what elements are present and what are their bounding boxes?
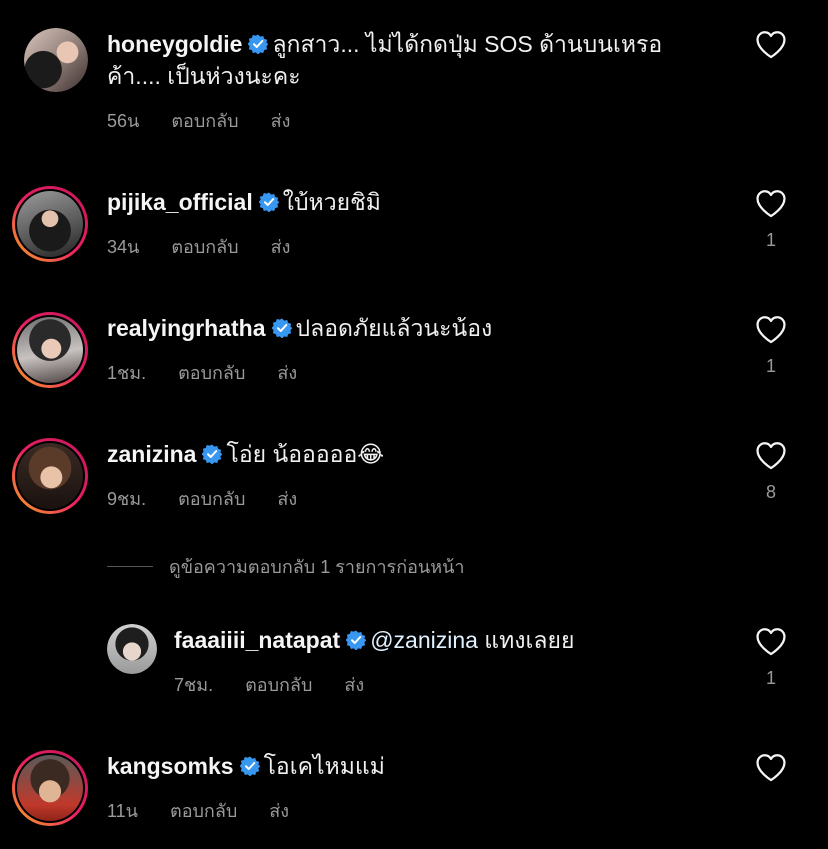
- send-button[interactable]: ส่ง: [271, 106, 291, 135]
- timestamp: 34น: [107, 237, 140, 257]
- like-count: 1: [765, 230, 776, 250]
- username[interactable]: realyingrhatha: [107, 315, 266, 341]
- reply-button[interactable]: ตอบกลับ: [170, 796, 237, 825]
- reply-button[interactable]: ตอบกลับ: [171, 232, 238, 261]
- verified-badge-icon: [202, 444, 222, 464]
- username[interactable]: faaaiiii_natapat: [174, 627, 340, 653]
- username[interactable]: pijika_official: [107, 189, 253, 215]
- heart-icon[interactable]: [754, 625, 788, 659]
- send-button[interactable]: ส่ง: [344, 670, 364, 699]
- reply-button[interactable]: ตอบกลับ: [178, 358, 245, 387]
- reply-button[interactable]: ตอบกลับ: [171, 106, 238, 135]
- verified-badge-icon: [259, 192, 279, 212]
- avatar[interactable]: [24, 28, 88, 92]
- username[interactable]: kangsomks: [107, 753, 234, 779]
- mention-link[interactable]: @zanizina: [370, 627, 478, 653]
- timestamp: 9ชม.: [107, 489, 147, 509]
- heart-icon[interactable]: [754, 751, 788, 785]
- like-count: 8: [765, 482, 776, 502]
- username[interactable]: zanizina: [107, 441, 196, 467]
- verified-badge-icon: [346, 630, 366, 650]
- timestamp: 1ชม.: [107, 363, 147, 383]
- avatar[interactable]: [12, 186, 88, 262]
- like-count: 1: [765, 356, 776, 376]
- avatar[interactable]: [12, 750, 88, 826]
- avatar[interactable]: [12, 438, 88, 514]
- send-button[interactable]: ส่ง: [271, 232, 291, 261]
- divider: [107, 566, 153, 567]
- like-count: 1: [765, 668, 776, 688]
- comment-text: ปลอดภัยแล้วนะน้อง: [295, 315, 493, 341]
- heart-icon[interactable]: [754, 187, 788, 221]
- send-button[interactable]: ส่ง: [277, 358, 297, 387]
- heart-icon[interactable]: [754, 28, 788, 62]
- comment-text: โอ่ย น้อออออ😂: [226, 441, 385, 467]
- timestamp: 11น: [107, 801, 138, 821]
- comment-text: แทงเลยย: [477, 627, 575, 653]
- view-replies-label: ดูข้อความตอบกลับ 1 รายการก่อนหน้า: [169, 557, 465, 577]
- heart-icon[interactable]: [754, 439, 788, 473]
- timestamp: 7ชม.: [174, 675, 214, 695]
- verified-badge-icon: [248, 34, 268, 54]
- reply-button[interactable]: ตอบกลับ: [245, 670, 312, 699]
- comment-text: ลูกสาว... ไม่ได้กดปุ่ม SOS ด้านบนเหรอ: [272, 31, 663, 57]
- avatar[interactable]: [107, 624, 157, 674]
- username[interactable]: honeygoldie: [107, 31, 242, 57]
- comment-text-continued: ค้า.... เป็นห่วงนะคะ: [107, 63, 301, 89]
- send-button[interactable]: ส่ง: [277, 484, 297, 513]
- verified-badge-icon: [240, 756, 260, 776]
- timestamp: 56น: [107, 111, 140, 131]
- view-previous-replies[interactable]: ดูข้อความตอบกลับ 1 รายการก่อนหน้า: [107, 552, 465, 581]
- avatar[interactable]: [12, 312, 88, 388]
- reply-button[interactable]: ตอบกลับ: [178, 484, 245, 513]
- comment-text: โอเคไหมแม่: [263, 753, 385, 779]
- comment-text: ใบ้หวยชิมิ: [282, 189, 381, 215]
- verified-badge-icon: [272, 318, 292, 338]
- send-button[interactable]: ส่ง: [269, 796, 289, 825]
- heart-icon[interactable]: [754, 313, 788, 347]
